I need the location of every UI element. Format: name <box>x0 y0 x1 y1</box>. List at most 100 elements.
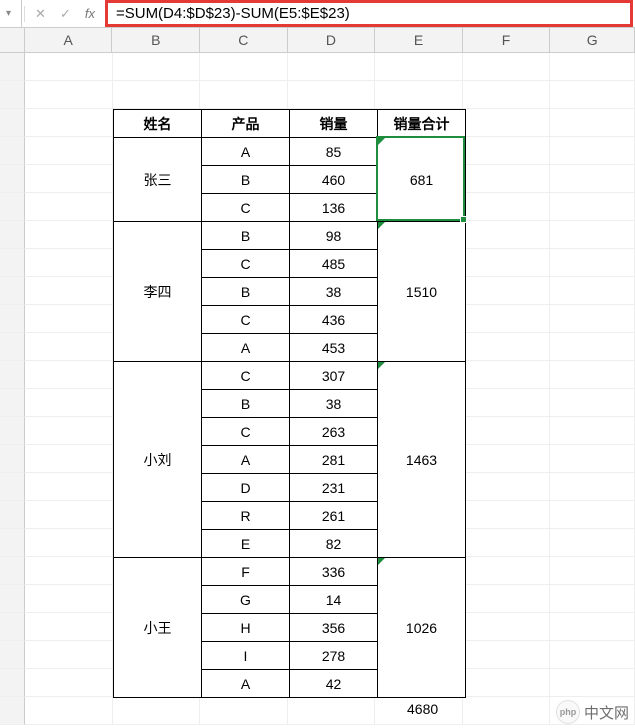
cell[interactable] <box>463 473 551 501</box>
cell[interactable] <box>25 529 113 557</box>
cell[interactable] <box>25 109 113 137</box>
cell[interactable] <box>463 697 551 725</box>
cell[interactable] <box>463 53 551 81</box>
cell[interactable] <box>25 165 113 193</box>
row-header[interactable] <box>0 585 25 613</box>
name-box[interactable]: ▾ <box>0 0 22 27</box>
cell[interactable] <box>25 641 113 669</box>
cell[interactable] <box>25 473 113 501</box>
cell[interactable] <box>463 389 551 417</box>
row-header[interactable] <box>0 669 25 697</box>
col-header-C[interactable]: C <box>200 28 288 52</box>
sheet-area[interactable]: 姓名产品销量销量合计张三A85681B460C136李四B981510C485B… <box>25 53 635 725</box>
row-header[interactable] <box>0 277 25 305</box>
cell[interactable] <box>463 585 551 613</box>
col-header-E[interactable]: E <box>375 28 463 52</box>
cell[interactable] <box>463 137 551 165</box>
cell[interactable] <box>113 53 201 81</box>
cell[interactable] <box>550 473 635 501</box>
cell[interactable] <box>25 389 113 417</box>
col-header-A[interactable]: A <box>25 28 113 52</box>
row-header[interactable] <box>0 305 25 333</box>
cell[interactable] <box>550 557 635 585</box>
cell[interactable] <box>463 445 551 473</box>
col-header-F[interactable]: F <box>463 28 551 52</box>
formula-input[interactable]: =SUM(D4:$D$23)-SUM(E5:$E$23) <box>108 5 358 22</box>
cell[interactable] <box>550 613 635 641</box>
row-header[interactable] <box>0 249 25 277</box>
col-header-G[interactable]: G <box>550 28 635 52</box>
cell[interactable] <box>25 137 113 165</box>
cell[interactable] <box>25 557 113 585</box>
cell[interactable] <box>375 81 463 109</box>
cell[interactable] <box>550 109 635 137</box>
cell[interactable] <box>25 249 113 277</box>
row-header[interactable] <box>0 501 25 529</box>
cell[interactable] <box>288 81 376 109</box>
cell[interactable] <box>550 277 635 305</box>
cell[interactable] <box>463 361 551 389</box>
cell[interactable] <box>25 669 113 697</box>
row-header[interactable] <box>0 389 25 417</box>
cell[interactable] <box>550 193 635 221</box>
cell[interactable] <box>550 361 635 389</box>
cell[interactable] <box>463 193 551 221</box>
col-header-B[interactable]: B <box>112 28 200 52</box>
row-header[interactable] <box>0 641 25 669</box>
cell[interactable] <box>463 501 551 529</box>
cell[interactable] <box>25 445 113 473</box>
cell[interactable] <box>113 81 201 109</box>
chevron-down-icon[interactable]: ▾ <box>0 8 17 19</box>
row-header[interactable] <box>0 53 25 81</box>
cell[interactable] <box>550 137 635 165</box>
row-header[interactable] <box>0 417 25 445</box>
cell[interactable] <box>463 221 551 249</box>
cell[interactable] <box>463 109 551 137</box>
row-header[interactable] <box>0 529 25 557</box>
cell[interactable] <box>550 249 635 277</box>
row-header[interactable] <box>0 445 25 473</box>
cell[interactable] <box>550 641 635 669</box>
cell[interactable] <box>463 557 551 585</box>
cell[interactable] <box>550 417 635 445</box>
cell[interactable] <box>25 613 113 641</box>
cell[interactable] <box>463 669 551 697</box>
cell[interactable] <box>550 585 635 613</box>
cell[interactable] <box>463 165 551 193</box>
cell[interactable] <box>200 81 288 109</box>
cell[interactable] <box>25 193 113 221</box>
cell[interactable] <box>550 305 635 333</box>
cell[interactable] <box>463 81 551 109</box>
cell[interactable] <box>288 53 376 81</box>
cell[interactable] <box>463 333 551 361</box>
cell[interactable] <box>200 697 288 725</box>
row-header[interactable] <box>0 697 25 725</box>
cell[interactable] <box>25 585 113 613</box>
cell[interactable] <box>550 501 635 529</box>
select-all-corner[interactable] <box>0 28 25 52</box>
row-header[interactable] <box>0 613 25 641</box>
cell[interactable] <box>463 613 551 641</box>
cell[interactable] <box>550 333 635 361</box>
row-header[interactable] <box>0 81 25 109</box>
cell[interactable] <box>200 53 288 81</box>
cell[interactable] <box>25 305 113 333</box>
confirm-icon[interactable]: ✓ <box>56 4 75 24</box>
cell[interactable] <box>25 53 113 81</box>
fx-label[interactable]: fx <box>81 6 99 21</box>
row-header[interactable] <box>0 193 25 221</box>
cell[interactable] <box>463 305 551 333</box>
cell[interactable] <box>550 389 635 417</box>
cell[interactable] <box>375 53 463 81</box>
cell[interactable] <box>25 501 113 529</box>
row-header[interactable] <box>0 137 25 165</box>
cell[interactable] <box>550 53 635 81</box>
cell[interactable] <box>463 529 551 557</box>
cell[interactable] <box>550 669 635 697</box>
cell[interactable] <box>25 333 113 361</box>
cell[interactable] <box>288 697 376 725</box>
row-header[interactable] <box>0 361 25 389</box>
cell[interactable] <box>25 277 113 305</box>
cell[interactable] <box>550 81 635 109</box>
cell[interactable] <box>25 417 113 445</box>
